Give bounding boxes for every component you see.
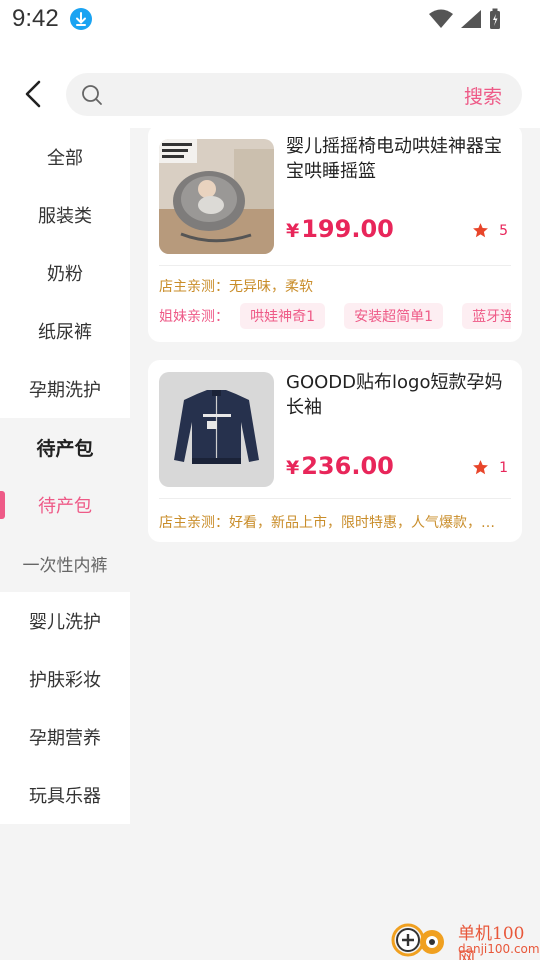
system-icons <box>428 8 502 34</box>
category-item-pregnancy-care[interactable]: 孕期洗护 <box>0 360 130 418</box>
card-divider <box>159 265 511 266</box>
chevron-left-icon <box>25 80 41 108</box>
product-title: GOODD贴布logo短款孕妈长袖 <box>286 372 503 418</box>
subcategory-item-maternity-bag[interactable]: 待产包 <box>0 476 130 534</box>
review-tag[interactable]: 蓝牙连接 <box>462 303 511 329</box>
price-value: 236.00 <box>301 452 394 480</box>
status-time: 9:42 <box>12 5 59 32</box>
category-label: 孕期营养 <box>29 728 101 749</box>
category-item-pregnancy-nutrition[interactable]: 孕期营养 <box>0 708 130 766</box>
category-group-top: 全部 服装类 奶粉 纸尿裤 孕期洗护 <box>0 128 130 418</box>
product-price: ¥236.00 <box>286 452 394 480</box>
sisters-review-tags: 姐妹亲测： 哄娃神奇1 安装超简单1 蓝牙连接 <box>159 303 511 331</box>
product-image <box>159 139 274 254</box>
active-indicator <box>0 491 5 519</box>
category-label: 服装类 <box>38 206 92 227</box>
category-item-baby-care[interactable]: 婴儿洗护 <box>0 592 130 650</box>
status-bar: 9:42 <box>0 0 540 40</box>
category-label: 孕期洗护 <box>29 380 101 401</box>
category-label: 纸尿裤 <box>38 322 92 343</box>
category-label: 待产包 <box>36 437 94 460</box>
watermark-url: danji100.com <box>458 942 540 956</box>
owner-review: 店主亲测：无异味，柔软 <box>159 276 508 296</box>
back-button[interactable] <box>14 74 54 114</box>
category-group-bottom: 婴儿洗护 护肤彩妆 孕期营养 玩具乐器 <box>0 592 130 824</box>
owner-review-label: 店主亲测： <box>159 515 229 531</box>
favorite-count[interactable]: 5 <box>472 222 508 239</box>
category-label: 全部 <box>47 148 83 169</box>
favorite-count[interactable]: 1 <box>472 459 508 476</box>
star-icon <box>473 223 489 238</box>
owner-review: 店主亲测：好看，新品上市，限时特惠，人气爆款，新品上市 <box>159 512 508 532</box>
category-item-milk-powder[interactable]: 奶粉 <box>0 244 130 302</box>
star-icon <box>473 460 489 475</box>
product-card[interactable]: 婴儿摇摇椅电动哄娃神器宝宝哄睡摇篮 ¥199.00 5 店主亲测：无异味，柔软 … <box>148 124 522 342</box>
review-tag[interactable]: 哄娃神奇1 <box>240 303 326 329</box>
category-sidebar: 全部 服装类 奶粉 纸尿裤 孕期洗护 待产包 待产包 一次性内裤 婴儿洗护 护肤… <box>0 128 130 960</box>
subcategory-item-disposable-underwear[interactable]: 一次性内裤 <box>0 534 130 592</box>
search-header: 搜索 <box>0 40 540 128</box>
currency-symbol: ¥ <box>286 457 300 479</box>
product-price: ¥199.00 <box>286 215 394 243</box>
price-value: 199.00 <box>301 215 394 243</box>
battery-charging-icon <box>488 8 502 34</box>
product-list: 婴儿摇摇椅电动哄娃神器宝宝哄睡摇篮 ¥199.00 5 店主亲测：无异味，柔软 … <box>130 124 540 960</box>
signal-icon <box>460 9 482 33</box>
product-title: 婴儿摇摇椅电动哄娃神器宝宝哄睡摇篮 <box>286 136 502 182</box>
category-label: 护肤彩妆 <box>29 670 101 691</box>
download-icon <box>70 8 92 30</box>
category-label: 玩具乐器 <box>29 786 101 807</box>
search-input[interactable] <box>114 81 444 108</box>
search-bar: 搜索 <box>66 73 522 116</box>
category-item-maternity-bag[interactable]: 待产包 <box>0 418 130 476</box>
category-label: 婴儿洗护 <box>29 612 101 633</box>
category-item-clothing[interactable]: 服装类 <box>0 186 130 244</box>
owner-review-label: 店主亲测： <box>159 279 229 295</box>
search-icon <box>82 85 102 105</box>
category-item-diapers[interactable]: 纸尿裤 <box>0 302 130 360</box>
wifi-icon <box>428 9 454 33</box>
category-item-all[interactable]: 全部 <box>0 128 130 186</box>
subcategory-label: 待产包 <box>38 496 92 517</box>
favorite-count-value: 1 <box>499 459 508 476</box>
category-item-skincare-makeup[interactable]: 护肤彩妆 <box>0 650 130 708</box>
product-card[interactable]: GOODD贴布logo短款孕妈长袖 ¥236.00 1 店主亲测：好看，新品上市… <box>148 360 522 542</box>
sisters-review-label: 姐妹亲测： <box>159 309 229 325</box>
watermark-logo: 单机100网 danji100.com <box>390 915 540 960</box>
owner-review-text: 无异味，柔软 <box>229 279 313 295</box>
owner-review-text: 好看，新品上市，限时特惠，人气爆款，新品上市 <box>229 515 508 531</box>
product-image <box>159 372 274 487</box>
subcategory-label: 一次性内裤 <box>22 555 108 576</box>
review-tag[interactable]: 安装超简单1 <box>344 303 444 329</box>
favorite-count-value: 5 <box>499 222 508 239</box>
category-label: 奶粉 <box>47 264 83 285</box>
search-button[interactable]: 搜索 <box>464 82 502 109</box>
watermark-icon <box>391 923 444 957</box>
category-item-toys-instruments[interactable]: 玩具乐器 <box>0 766 130 824</box>
card-divider <box>159 498 511 499</box>
currency-symbol: ¥ <box>286 220 300 242</box>
